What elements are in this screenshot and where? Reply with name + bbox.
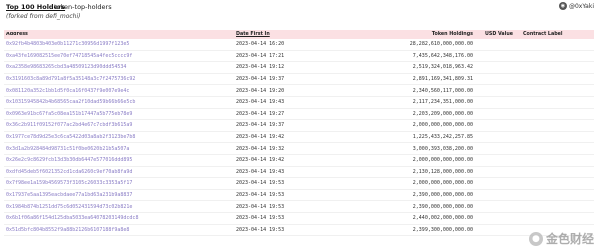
date-first-in-cell: 2023-04-14 19:53 bbox=[236, 180, 285, 187]
user-name[interactable]: @0xYaki bbox=[569, 3, 594, 10]
table-row: 0x3d1a2b928484d98731c51f0be0620b21b5a507… bbox=[4, 143, 594, 155]
date-first-in-cell: 2023-04-14 19:53 bbox=[236, 215, 285, 222]
column-header-date-first-in[interactable]: Date First In bbox=[236, 32, 336, 37]
dashboard-header: Top 100 Holders token-top-holders (forke… bbox=[0, 0, 600, 30]
token-holdings-cell: 2,891,169,341,809.31 bbox=[412, 76, 473, 83]
address-cell[interactable]: 0x081120a352c1bb1d5f0ca16f0437f9e007e9e4… bbox=[4, 88, 236, 94]
table-row: 0x36c2b911f09152f077ac2bd4e67c7cbdf3b615… bbox=[4, 120, 594, 132]
table-row: 0xa2358e98683265cbd3a48509123d90ddd54534… bbox=[4, 62, 594, 74]
date-first-in-cell: 2023-04-14 16:20 bbox=[236, 41, 285, 48]
token-holdings-cell: 2,340,560,117,000.00 bbox=[412, 87, 473, 94]
address-cell[interactable]: 0x3d1a2b928484d98731c51f0be0620b21b5a507… bbox=[4, 146, 236, 152]
date-first-in-cell: 2023-04-14 19:42 bbox=[236, 157, 285, 164]
table-header: Address Date First In Token Holdings USD… bbox=[4, 30, 594, 39]
column-header-contract-label[interactable]: Contract Label bbox=[513, 32, 583, 37]
date-first-in-cell: 2023-04-14 19:53 bbox=[236, 203, 285, 210]
holders-table: Address Date First In Token Holdings USD… bbox=[4, 30, 594, 237]
address-cell[interactable]: 0xa43fe169082515ee70ef74718545a4fec5cccc… bbox=[4, 53, 236, 59]
token-holdings-cell: 2,117,234,351,000.00 bbox=[412, 99, 473, 106]
table-row: 0x0963e91bc67fa5c08ea151b17447a5b775eb78… bbox=[4, 109, 594, 121]
token-holdings-cell: 2,000,000,000,000.00 bbox=[412, 180, 473, 187]
address-cell[interactable]: 0x51d5bfc804b8552f9a88b2126b6107188f9a8e… bbox=[4, 227, 236, 233]
date-first-in-cell: 2023-04-14 17:21 bbox=[236, 52, 285, 59]
token-holdings-cell: 1,225,433,242,257.85 bbox=[412, 134, 473, 141]
token-holdings-cell: 2,519,324,018,963.42 bbox=[412, 64, 473, 71]
column-header-token-holdings[interactable]: Token Holdings bbox=[336, 32, 473, 37]
date-first-in-cell: 2023-04-14 19:37 bbox=[236, 122, 285, 129]
date-first-in-cell: 2023-04-14 19:37 bbox=[236, 76, 285, 83]
address-cell[interactable]: 0x3191603c8a89d791a8f5a35148a3c7f2475736… bbox=[4, 76, 236, 82]
date-first-in-cell: 2023-04-14 19:53 bbox=[236, 226, 285, 233]
date-first-in-cell: 2023-04-14 19:43 bbox=[236, 99, 285, 106]
token-holdings-cell: 2,390,000,000,000.00 bbox=[412, 192, 473, 199]
table-body: 0x92fb4b4803b403e0b11271c30956d1997f123e… bbox=[4, 39, 594, 237]
table-row: 0x081120a352c1bb1d5f0ca16f0437f9e007e9e4… bbox=[4, 85, 594, 97]
query-name: token-top-holders bbox=[54, 3, 112, 11]
user-avatar-icon: ◉ bbox=[558, 2, 567, 10]
table-row: 0x92fb4b4803b403e0b11271c30956d1997f123e… bbox=[4, 39, 594, 51]
table-row: 0x1984b874b1251dd75c6d052431594d73c02b82… bbox=[4, 201, 594, 213]
address-cell[interactable]: 0x10315945842b4b68565caa2f10dad59b66b66e… bbox=[4, 99, 236, 105]
address-cell[interactable]: 0x17937e5aa1395eacbdaee77a1bd63a231b9a88… bbox=[4, 192, 236, 198]
table-row: 0x51d5bfc804b8552f9a88b2126b6107188f9a8e… bbox=[4, 225, 594, 237]
address-cell[interactable]: 0x7f98ee1a159b4569573f3105c26033c3353a5f… bbox=[4, 180, 236, 186]
table-row: 0x7f98ee1a159b4569573f3105c26033c3353a5f… bbox=[4, 178, 594, 190]
table-row: 0x1977ce78d9d25e3c6ca5422d03a8ab2f3123be… bbox=[4, 132, 594, 144]
table-row: 0x6b1f06a86f154d125dba5033ea64078203149d… bbox=[4, 213, 594, 225]
golden-finance-logo-icon: ● bbox=[528, 231, 543, 246]
token-holdings-cell: 2,390,000,000,000.00 bbox=[412, 203, 473, 210]
address-cell[interactable]: 0xa2358e98683265cbd3a48509123d90ddd54534 bbox=[4, 64, 236, 70]
watermark: ● 金色财经 bbox=[528, 230, 594, 247]
user-badge[interactable]: ◉ @0xYaki bbox=[558, 2, 594, 10]
forked-note: (forked from defi_mochi) bbox=[6, 13, 81, 20]
table-row: 0xa43fe169082515ee70ef74718545a4fec5cccc… bbox=[4, 51, 594, 63]
date-first-in-cell: 2023-04-14 19:42 bbox=[236, 134, 285, 141]
table-row: 0x10315945842b4b68565caa2f10dad59b66b66e… bbox=[4, 97, 594, 109]
date-first-in-cell: 2023-04-14 19:53 bbox=[236, 192, 285, 199]
token-holdings-cell: 2,440,002,000,000.00 bbox=[412, 215, 473, 222]
table-row: 0x3191603c8a89d791a8f5a35148a3c7f2475736… bbox=[4, 74, 594, 86]
table-row: 0xdfd45deb5f6021352cd1cda6260c9ef70ab8fa… bbox=[4, 167, 594, 179]
token-holdings-cell: 2,130,128,000,000.00 bbox=[412, 168, 473, 175]
token-holdings-cell: 28,282,610,000,000.00 bbox=[409, 41, 473, 48]
token-holdings-cell: 7,435,642,348,176.00 bbox=[412, 52, 473, 59]
date-first-in-cell: 2023-04-14 19:12 bbox=[236, 64, 285, 71]
address-cell[interactable]: 0x6b1f06a86f154d125dba5033ea64078203149d… bbox=[4, 215, 236, 221]
address-cell[interactable]: 0x1977ce78d9d25e3c6ca5422d03a8ab2f3123be… bbox=[4, 134, 236, 140]
table-row: 0x17937e5aa1395eacbdaee77a1bd63a231b9a88… bbox=[4, 190, 594, 202]
date-first-in-cell: 2023-04-14 19:43 bbox=[236, 168, 285, 175]
column-header-address[interactable]: Address bbox=[4, 32, 236, 37]
watermark-text: 金色财经 bbox=[545, 232, 594, 246]
token-holdings-cell: 2,000,000,000,000.00 bbox=[412, 157, 473, 164]
column-header-usd-value[interactable]: USD Value bbox=[473, 32, 513, 37]
address-cell[interactable]: 0x92fb4b4803b403e0b11271c30956d1997f123e… bbox=[4, 41, 236, 47]
date-first-in-cell: 2023-04-14 19:20 bbox=[236, 87, 285, 94]
table-row: 0x26e2c9c8629fcb13d3b30db6447e577016ddd8… bbox=[4, 155, 594, 167]
address-cell[interactable]: 0x0963e91bc67fa5c08ea151b17447a5b775eb78… bbox=[4, 111, 236, 117]
date-first-in-cell: 2023-04-14 19:32 bbox=[236, 145, 285, 152]
address-cell[interactable]: 0x1984b874b1251dd75c6d052431594d73c02b82… bbox=[4, 204, 236, 210]
token-holdings-cell: 2,399,300,000,000.00 bbox=[412, 226, 473, 233]
token-holdings-cell: 2,000,000,000,000.00 bbox=[412, 122, 473, 129]
date-first-in-cell: 2023-04-14 19:27 bbox=[236, 110, 285, 117]
address-cell[interactable]: 0xdfd45deb5f6021352cd1cda6260c9ef70ab8fa… bbox=[4, 169, 236, 175]
address-cell[interactable]: 0x26e2c9c8629fcb13d3b30db6447e577016ddd8… bbox=[4, 157, 236, 163]
token-holdings-cell: 2,203,209,000,000.00 bbox=[412, 110, 473, 117]
address-cell[interactable]: 0x36c2b911f09152f077ac2bd4e67c7cbdf3b615… bbox=[4, 122, 236, 128]
token-holdings-cell: 3,000,393,038,200.00 bbox=[412, 145, 473, 152]
